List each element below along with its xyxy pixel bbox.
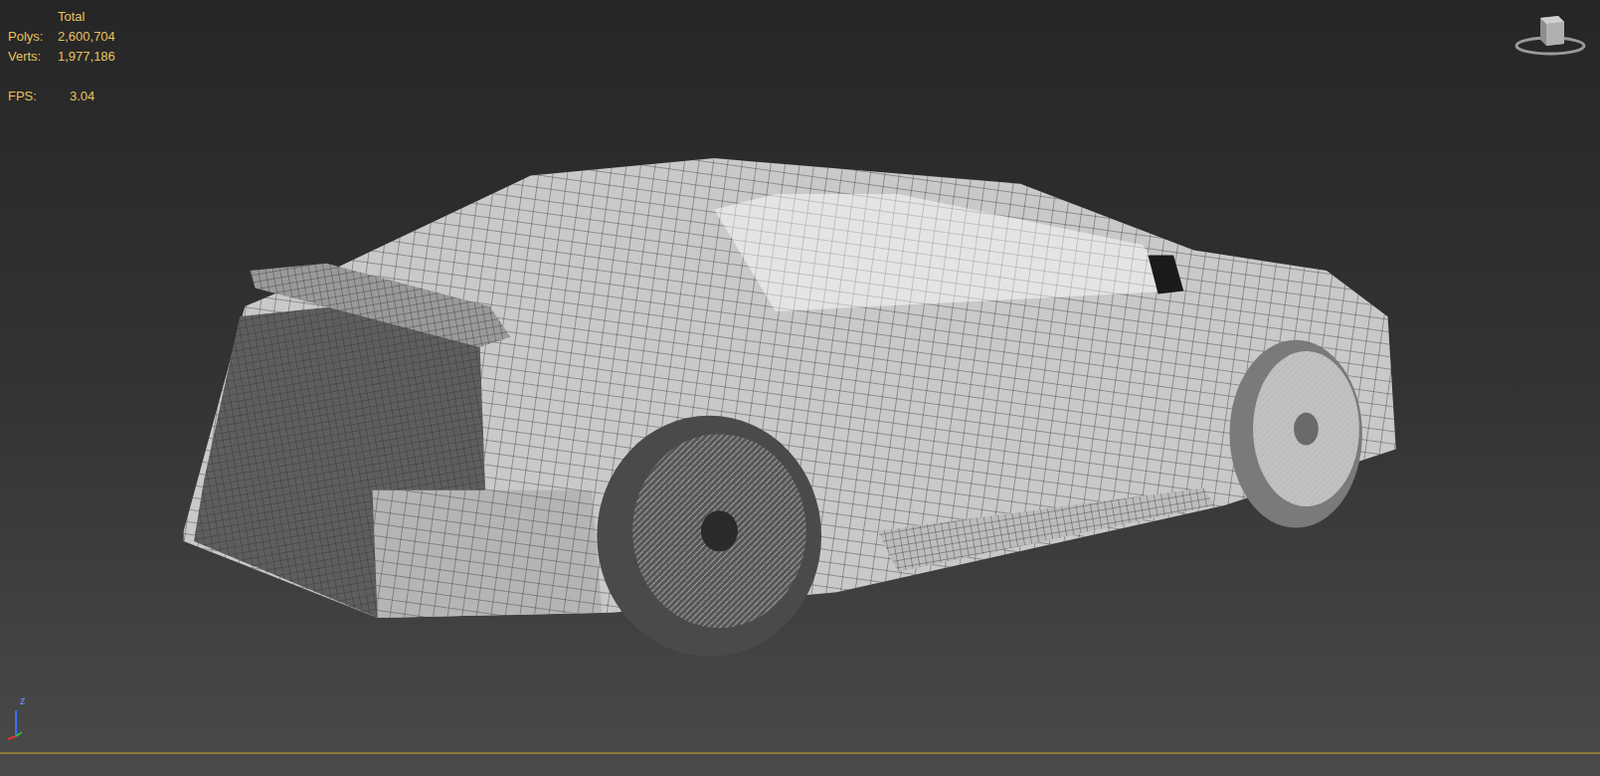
viewport[interactable]: Total Polys:2,600,704 Verts:1,977,186 FPS… bbox=[0, 0, 1600, 776]
stat-label: Verts: bbox=[7, 48, 58, 65]
axis-gizmo-icon bbox=[5, 700, 26, 740]
stat-label: Polys: bbox=[7, 28, 58, 45]
stat-value: 2,600,704 bbox=[57, 28, 116, 45]
fps-label: FPS: bbox=[7, 88, 58, 105]
active-viewport-border bbox=[0, 751, 1600, 754]
axis-label: z bbox=[19, 694, 26, 707]
viewcube-icon[interactable] bbox=[1510, 9, 1591, 60]
stats-title: Total bbox=[57, 8, 116, 25]
stats-overlay: Total Polys:2,600,704 Verts:1,977,186 FPS… bbox=[7, 8, 116, 105]
car-model[interactable] bbox=[0, 0, 1600, 776]
fps-value: 3.04 bbox=[57, 88, 116, 105]
stat-value: 1,977,186 bbox=[57, 48, 116, 65]
